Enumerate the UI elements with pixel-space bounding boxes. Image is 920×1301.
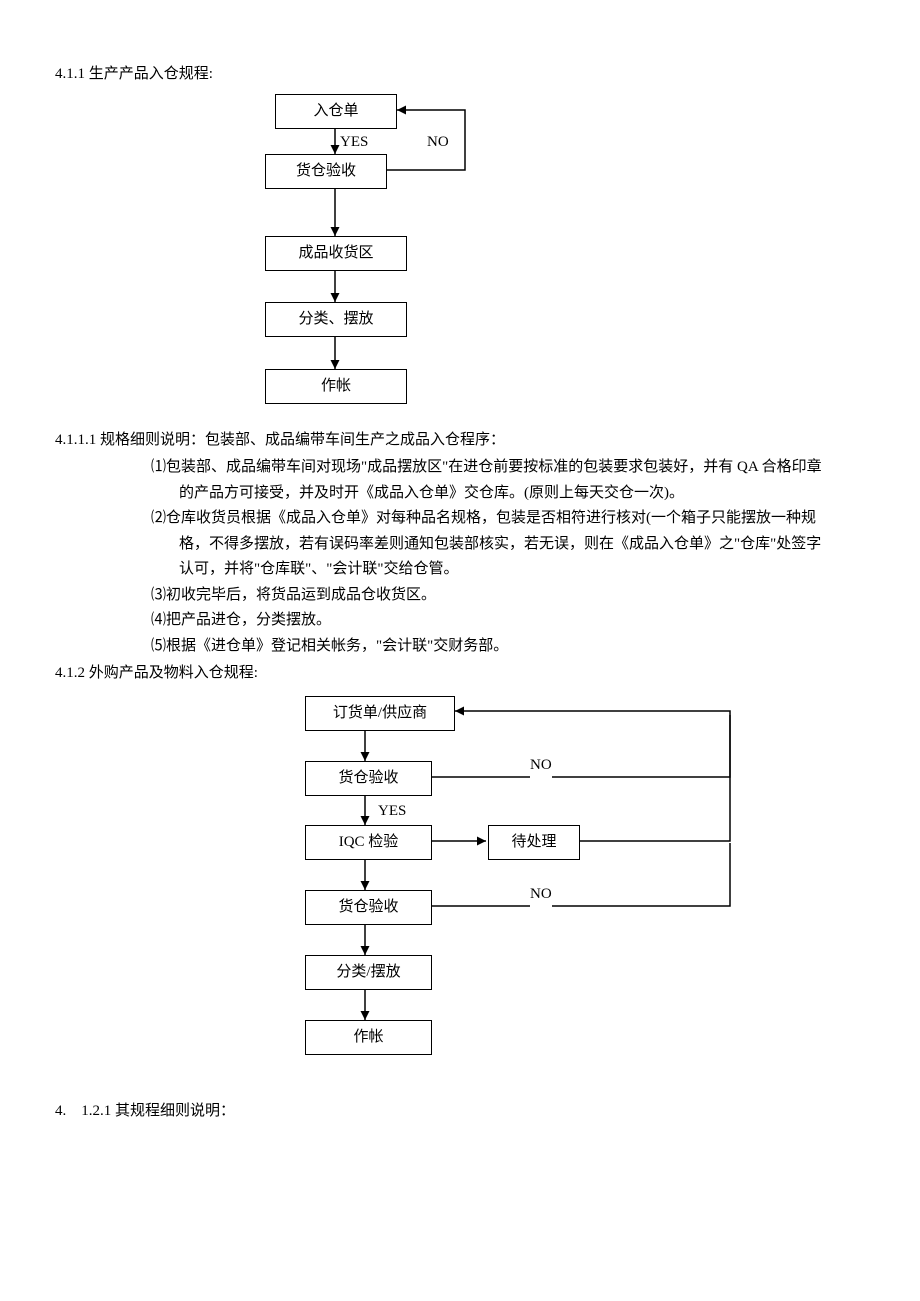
item-2-line3: 认可，并将"仓库联"、"会计联"交给仓管。 [55, 557, 865, 583]
flow2-box-pending: 待处理 [488, 825, 580, 861]
flow1-box-area: 成品收货区 [265, 236, 407, 272]
item-1-line1: ⑴包装部、成品编带车间对现场"成品摆放区"在进仓前要按标准的包装要求包装好，并有… [55, 455, 865, 481]
section-4-1-1-1-title: 4.1.1.1 规格细则说明：包装部、成品编带车间生产之成品入仓程序： [55, 428, 865, 454]
section-4-1-2-title: 4.1.2 外购产品及物料入仓规程: [55, 661, 865, 687]
flow2-box-order: 订货单/供应商 [305, 696, 455, 732]
flow2-box-receive1: 货仓验收 [305, 761, 432, 797]
section-4-1-1-title: 4.1.1 生产产品入仓规程: [55, 62, 865, 88]
flow1-box-account: 作帐 [265, 369, 407, 405]
item-1-line2: 的产品方可接受，并及时开《成品入仓单》交仓库。(原则上每天交仓一次)。 [55, 481, 865, 507]
flowchart-1: 入仓单 YES NO 货仓验收 成品收货区 分类、摆放 作帐 [255, 94, 555, 422]
flow1-box-incoming: 入仓单 [275, 94, 397, 130]
flow2-box-sort: 分类/摆放 [305, 955, 432, 991]
item-5: ⑸根据《进仓单》登记相关帐务，"会计联"交财务部。 [55, 634, 865, 660]
flow2-box-receive2: 货仓验收 [305, 890, 432, 926]
item-2-line2: 格，不得多摆放，若有误码率差则通知包装部核实，若无误，则在《成品入仓单》之"仓库… [55, 532, 865, 558]
section-4-1-2-1-title: 4. 1.2.1 其规程细则说明： [55, 1099, 865, 1125]
item-4: ⑷把产品进仓，分类摆放。 [55, 608, 865, 634]
item-3: ⑶初收完毕后，将货品运到成品仓收货区。 [55, 583, 865, 609]
flow1-box-receive: 货仓验收 [265, 154, 387, 190]
flow2-box-iqc: IQC 检验 [305, 825, 432, 861]
flow2-no1-label: NO [530, 753, 552, 779]
flow1-box-sort: 分类、摆放 [265, 302, 407, 338]
flow1-yes-label: YES [340, 130, 368, 156]
item-2-line1: ⑵仓库收货员根据《成品入仓单》对每种品名规格，包装是否相符进行核对(一个箱子只能… [55, 506, 865, 532]
flow2-yes-label: YES [378, 799, 406, 825]
flowchart-2: 订货单/供应商 NO 货仓验收 YES IQC 检验 待处理 NO 货仓验收 分… [300, 693, 760, 1093]
flow2-box-account: 作帐 [305, 1020, 432, 1056]
flow1-no-label: NO [427, 130, 449, 156]
flow2-no2-label: NO [530, 882, 552, 908]
